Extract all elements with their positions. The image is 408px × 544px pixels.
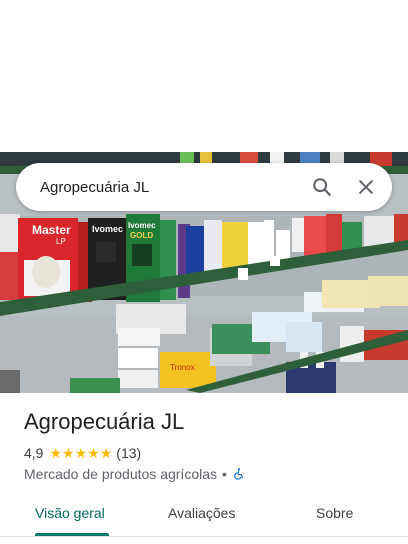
star-icon: ★ xyxy=(62,445,75,461)
search-icon xyxy=(313,178,331,196)
tab-about[interactable]: Sobre xyxy=(316,505,353,521)
separator-dot: • xyxy=(222,466,227,482)
place-title: Agropecuária JL xyxy=(24,409,185,434)
place-tabs: Visão geral Avaliações Sobre xyxy=(0,493,408,535)
map-blank-area xyxy=(0,0,408,152)
wheelchair-icon xyxy=(234,468,243,480)
rating-value: 4,9 xyxy=(24,445,44,461)
tabs-divider xyxy=(0,536,408,537)
review-count: (13) xyxy=(116,445,142,461)
search-bar xyxy=(16,163,392,211)
search-button[interactable] xyxy=(302,167,342,207)
svg-text:GOLD: GOLD xyxy=(130,231,153,240)
star-icon: ★ xyxy=(99,445,113,461)
star-icon: ★ xyxy=(74,445,88,461)
rating-row[interactable]: 4,9 ★ ★ ★ ★ ★ (13) xyxy=(24,445,141,461)
svg-text:LP: LP xyxy=(56,237,66,246)
star-icon: ★ xyxy=(49,445,63,461)
svg-text:Tronox: Tronox xyxy=(170,363,195,372)
close-icon xyxy=(359,180,373,194)
search-input[interactable] xyxy=(16,163,302,211)
tab-reviews[interactable]: Avaliações xyxy=(168,505,235,521)
close-button[interactable] xyxy=(346,167,386,207)
svg-text:Ivomec: Ivomec xyxy=(128,221,156,230)
place-category: Mercado de produtos agrícolas xyxy=(24,466,217,482)
place-details-panel: Agropecuária JL 4,9 ★ ★ ★ ★ ★ (13) Merca… xyxy=(0,393,408,544)
star-icon: ★ xyxy=(87,445,100,461)
svg-text:Ivomec: Ivomec xyxy=(92,224,123,234)
product-label-master: Master xyxy=(32,223,71,237)
category-row: Mercado de produtos agrícolas • xyxy=(24,466,246,482)
rating-stars: ★ ★ ★ ★ ★ xyxy=(49,446,112,460)
tab-overview[interactable]: Visão geral xyxy=(35,505,105,521)
